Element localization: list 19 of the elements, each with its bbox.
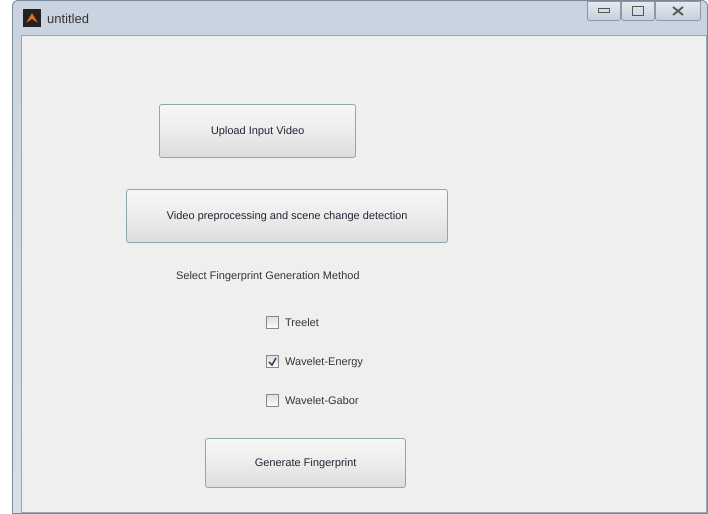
checkbox-label: Wavelet-Gabor xyxy=(285,394,359,406)
close-icon xyxy=(672,6,684,16)
minimize-icon xyxy=(598,8,610,14)
checkbox[interactable] xyxy=(266,355,279,368)
maximize-button[interactable] xyxy=(621,1,655,21)
app-logo-icon xyxy=(23,9,41,27)
maximize-icon xyxy=(632,6,644,16)
upload-video-button[interactable]: Upload Input Video xyxy=(159,104,356,158)
checkbox[interactable] xyxy=(266,316,279,329)
checkmark-icon xyxy=(268,357,277,366)
checkbox[interactable] xyxy=(266,394,279,407)
minimize-button[interactable] xyxy=(587,1,621,21)
preprocessing-button[interactable]: Video preprocessing and scene change detection xyxy=(126,189,448,243)
checkbox-label: Wavelet-Energy xyxy=(285,356,363,368)
method-label: Select Fingerprint Generation Method xyxy=(176,270,360,282)
close-button[interactable] xyxy=(655,1,701,21)
window-title: untitled xyxy=(47,10,89,26)
generate-fingerprint-button[interactable]: Generate Fingerprint xyxy=(205,438,406,488)
checkbox-label: Treelet xyxy=(285,316,319,328)
